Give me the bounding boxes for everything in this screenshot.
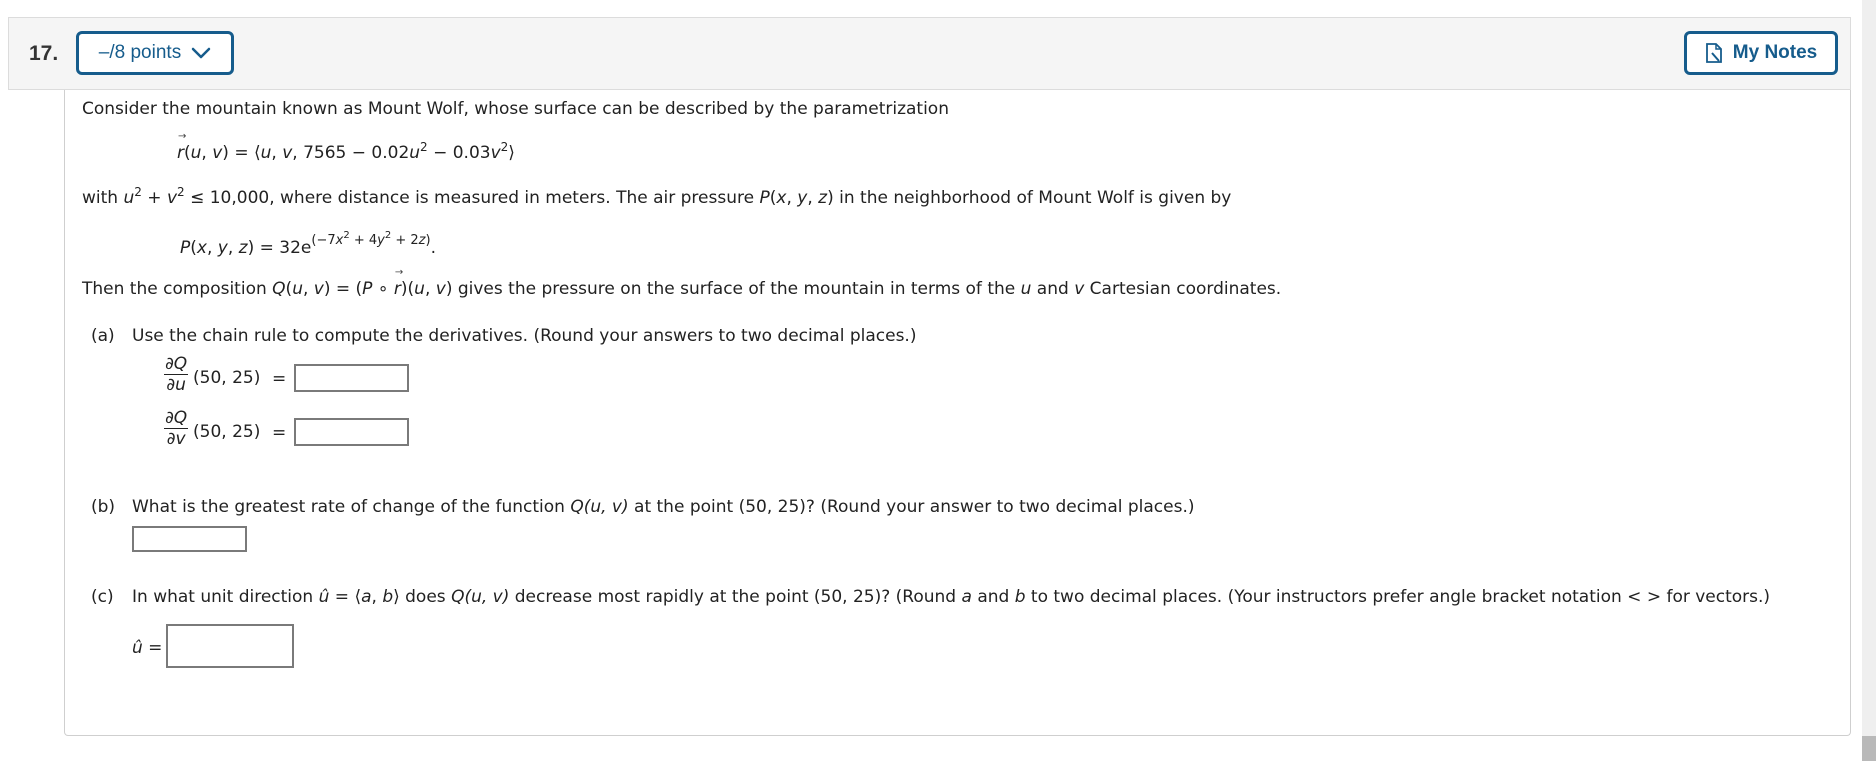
unit-direction-input[interactable] — [166, 624, 294, 668]
part-a-label: (a) — [91, 326, 115, 346]
question-number: 17. — [29, 42, 59, 65]
part-c-prompt: In what unit direction û = ⟨a, b⟩ does Q… — [132, 587, 1771, 607]
domain-text: with u2 + v2 ≤ 10,000, where distance is… — [82, 185, 1232, 208]
note-edit-icon — [1705, 43, 1722, 63]
partial-q-u-input[interactable] — [294, 364, 409, 392]
scrollbar-thumb[interactable] — [1862, 736, 1876, 761]
part-a-prompt: Use the chain rule to compute the deriva… — [132, 326, 917, 346]
point-label-a1: (50, 25) — [193, 368, 261, 388]
my-notes-label: My Notes — [1732, 42, 1818, 63]
scrollbar-track[interactable] — [1862, 0, 1876, 761]
partial-q-v-fraction: ∂Q ∂v — [164, 408, 189, 449]
uhat-label: û = — [132, 638, 163, 658]
intro-text: Consider the mountain known as Mount Wol… — [82, 99, 949, 119]
composition-text: Then the composition Q(u, v) = (P ∘ r)(u… — [82, 267, 1281, 299]
greatest-rate-input[interactable] — [132, 526, 247, 552]
parametrization-equation: r(u, v) = ⟨u, v, 7565 − 0.02u2 − 0.03v2⟩ — [177, 131, 515, 163]
equals-a1: = — [272, 369, 287, 389]
equals-a2: = — [272, 423, 287, 443]
pressure-equation: P(x, y, z) = 32e(−7x2 + 4y2 + 2z). — [180, 230, 436, 259]
points-label: –/8 points — [98, 42, 182, 63]
vector-r: r — [177, 131, 186, 163]
question-body — [64, 90, 1851, 736]
points-dropdown-button[interactable]: –/8 points — [76, 31, 234, 75]
part-b-label: (b) — [91, 497, 116, 517]
part-b-prompt: What is the greatest rate of change of t… — [132, 497, 1195, 517]
point-label-a2: (50, 25) — [193, 422, 261, 442]
part-c-label: (c) — [91, 587, 114, 607]
partial-q-v-input[interactable] — [294, 418, 409, 446]
partial-q-u-fraction: ∂Q ∂u — [164, 354, 189, 395]
question-header: 17. –/8 points My Notes — [8, 17, 1851, 90]
my-notes-button[interactable]: My Notes — [1684, 31, 1838, 75]
chevron-down-icon — [191, 47, 211, 59]
